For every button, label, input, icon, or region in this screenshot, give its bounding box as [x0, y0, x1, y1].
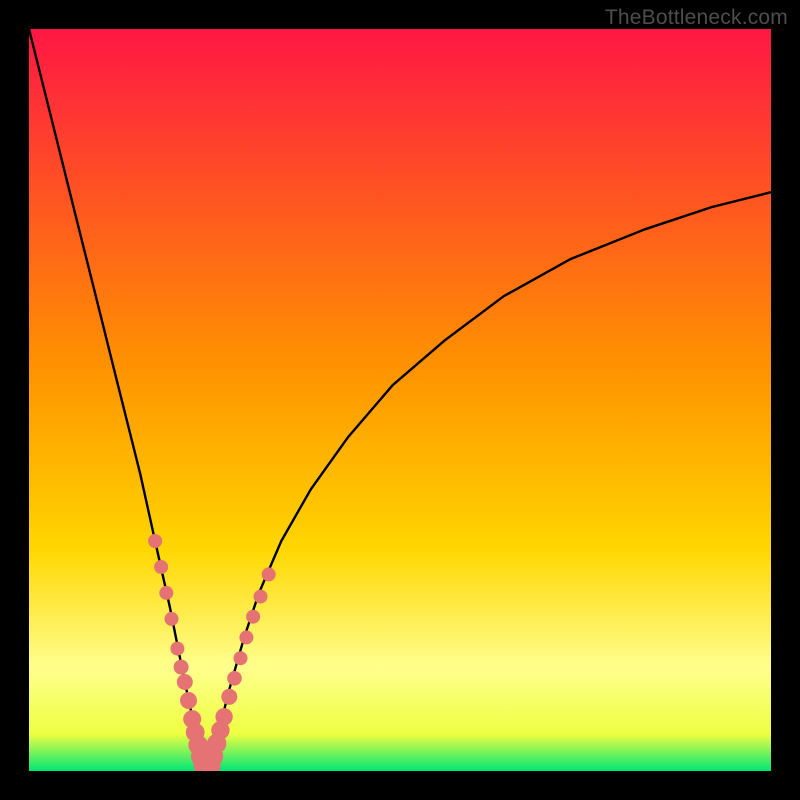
- marker-point: [227, 671, 242, 686]
- marker-point: [215, 708, 232, 725]
- marker-point: [154, 560, 168, 574]
- plot-area: [29, 29, 771, 771]
- chart-svg: [29, 29, 771, 771]
- gradient-background: [29, 29, 771, 771]
- marker-point: [221, 689, 237, 705]
- marker-point: [177, 674, 193, 690]
- marker-point: [170, 642, 184, 656]
- marker-point: [174, 660, 189, 675]
- marker-point: [234, 651, 248, 665]
- marker-point: [239, 630, 253, 644]
- marker-point: [148, 534, 162, 548]
- marker-point: [246, 610, 260, 624]
- chart-frame: TheBottleneck.com: [0, 0, 800, 800]
- marker-point: [180, 692, 197, 709]
- marker-point: [262, 567, 276, 581]
- watermark-text: TheBottleneck.com: [605, 6, 788, 30]
- marker-point: [159, 586, 173, 600]
- marker-point: [254, 590, 268, 604]
- marker-point: [165, 612, 179, 626]
